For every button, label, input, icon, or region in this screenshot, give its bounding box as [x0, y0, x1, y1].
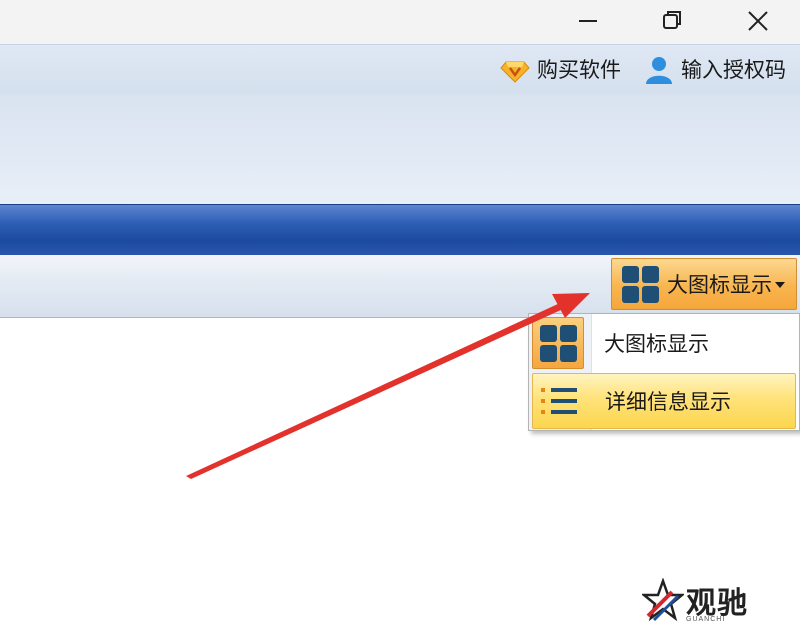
- diamond-icon: [500, 54, 530, 84]
- watermark-subtitle: GUANCHI: [686, 616, 726, 623]
- user-icon: [644, 54, 674, 84]
- view-mode-label: 大图标显示: [667, 273, 772, 297]
- chevron-down-icon: [775, 282, 785, 288]
- buy-software-label: 购买软件: [537, 58, 621, 82]
- buy-software-link[interactable]: 购买软件: [500, 52, 621, 86]
- enter-license-label: 输入授权码: [681, 58, 786, 82]
- blue-banner: [0, 204, 800, 256]
- title-bar: [0, 0, 800, 44]
- menu-item-label: 详细信息显示: [605, 390, 731, 414]
- close-icon: [748, 11, 768, 31]
- restore-icon: [663, 11, 681, 29]
- grid-view-icon: [532, 317, 584, 369]
- watermark-logo: 观驰 GUANCHI: [642, 578, 762, 624]
- minimize-button[interactable]: [567, 4, 609, 38]
- menu-item-label: 大图标显示: [604, 332, 709, 356]
- restore-button[interactable]: [651, 4, 693, 38]
- list-view-icon: [533, 375, 585, 427]
- view-mode-menu: 大图标显示 详细信息显示: [528, 313, 800, 431]
- grid-view-icon: [622, 265, 659, 303]
- minimize-icon: [579, 20, 597, 22]
- star-logo-icon: [642, 578, 684, 622]
- menu-item-details[interactable]: 详细信息显示: [532, 373, 796, 429]
- enter-license-link[interactable]: 输入授权码: [644, 52, 786, 86]
- close-button[interactable]: [737, 4, 779, 38]
- view-mode-dropdown-button[interactable]: 大图标显示: [611, 258, 797, 310]
- menu-item-large-icons[interactable]: 大图标显示: [532, 315, 798, 371]
